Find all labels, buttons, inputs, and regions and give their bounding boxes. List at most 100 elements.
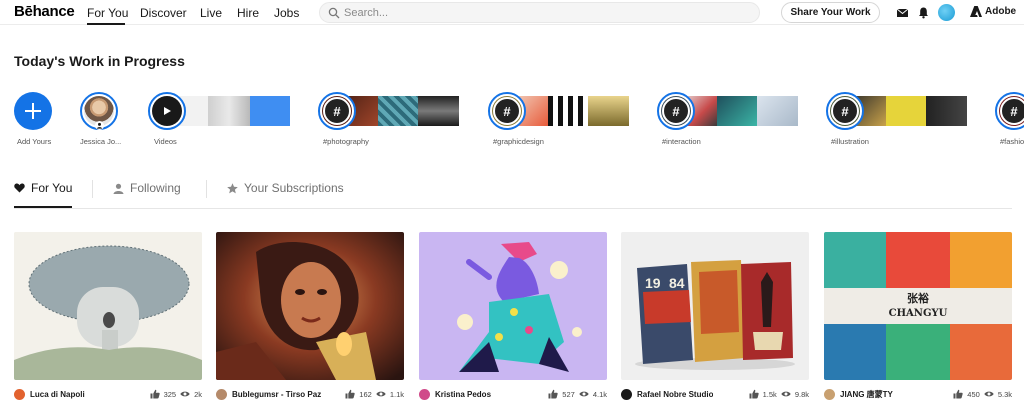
project-meta: Rafael Nobre Studio 1.5k 9.8k [621, 387, 809, 401]
book-cover-text: 84 [669, 275, 685, 291]
play-icon [164, 107, 171, 115]
share-your-work-button[interactable]: Share Your Work [781, 2, 880, 23]
adobe-link[interactable]: Adobe [970, 6, 1016, 17]
nav-jobs[interactable]: Jobs [274, 6, 299, 20]
owner-name[interactable]: Bublegumsr - Tirso Paz [232, 390, 321, 399]
tab-label: For You [31, 181, 73, 195]
top-navigation-bar: Bēhance For You Discover Live Hire Jobs … [0, 0, 1024, 25]
story-avatar[interactable]: # [995, 92, 1024, 130]
user-avatar[interactable] [938, 4, 955, 21]
tab-divider [206, 180, 207, 198]
owner-name[interactable]: Luca di Napoli [30, 390, 85, 399]
search-input[interactable] [344, 6, 744, 20]
story-avatar[interactable]: # [657, 92, 695, 130]
project-artwork [216, 232, 404, 380]
project-thumbnail[interactable]: 张裕 CHANGYU [824, 232, 1012, 380]
project-artwork [419, 232, 607, 380]
hashtag-badge: # [831, 97, 859, 125]
bell-icon[interactable] [917, 6, 930, 19]
eye-icon [180, 391, 190, 397]
project-thumbnail[interactable]: 19 84 [621, 232, 809, 380]
eye-icon [984, 391, 994, 397]
project-artwork: 19 84 [621, 232, 809, 380]
views-count: 2k [194, 389, 202, 399]
views-count: 1.1k [389, 389, 404, 399]
project-meta: Bublegumsr - Tirso Paz 162 1.1k [216, 387, 404, 401]
eye-icon [579, 391, 589, 397]
brand-english-text: CHANGYU [889, 308, 948, 319]
owner-avatar[interactable] [419, 388, 430, 400]
project-stats: 450 5.3k [953, 389, 1012, 399]
story-label: #fashio [1000, 137, 1024, 146]
user-badge-icon [95, 121, 104, 130]
story-avatar[interactable] [148, 92, 186, 130]
nav-for-you[interactable]: For You [87, 6, 128, 20]
story-preview-strip [168, 96, 290, 126]
likes-count: 450 [967, 389, 980, 399]
project-meta: Kristina Pedos 527 4.1k [419, 387, 607, 401]
thumbs-up-icon [345, 389, 355, 399]
project-stats: 527 4.1k [548, 389, 607, 399]
owner-name[interactable]: JIANG 唐蒙TY [840, 389, 893, 400]
views-count: 4.1k [592, 389, 607, 399]
nav-active-indicator [87, 23, 125, 25]
story-avatar[interactable]: # [488, 92, 526, 130]
likes-count: 325 [163, 389, 177, 399]
mail-icon[interactable] [896, 6, 909, 19]
project-thumbnail[interactable] [14, 232, 202, 380]
story-avatar[interactable]: # [826, 92, 864, 130]
plus-icon [25, 103, 41, 119]
eye-icon [781, 391, 791, 397]
tab-divider [92, 180, 93, 198]
hashtag-badge: # [323, 97, 351, 125]
nav-live[interactable]: Live [200, 6, 222, 20]
adobe-icon [970, 6, 982, 17]
project-thumbnail[interactable] [419, 232, 607, 380]
owner-avatar[interactable] [216, 388, 227, 400]
nav-hire[interactable]: Hire [237, 6, 259, 20]
add-story-button[interactable] [14, 92, 52, 130]
project-stats: 162 1.1k [345, 389, 404, 399]
likes-count: 1.5k [762, 389, 777, 399]
project-thumbnail[interactable] [216, 232, 404, 380]
tab-active-indicator [14, 206, 72, 208]
project-meta: JIANG 唐蒙TY 450 5.3k [824, 387, 1012, 401]
story-preview-strip [677, 96, 798, 126]
tab-for-you[interactable]: For You [14, 181, 72, 195]
owner-name[interactable]: Kristina Pedos [435, 390, 491, 399]
star-icon [227, 182, 238, 193]
hashtag-badge: # [662, 97, 690, 125]
project-stats: 325 2k [150, 389, 202, 399]
story-preview-strip [338, 96, 459, 126]
user-icon [113, 183, 124, 194]
book-cover-text: 19 [645, 275, 661, 291]
hashtag-badge: # [1000, 97, 1024, 125]
project-artwork: 张裕 CHANGYU [824, 232, 1012, 380]
story-label: #graphicdesign [493, 137, 544, 146]
brand-chinese-text: 张裕 [907, 291, 929, 305]
tab-your-subscriptions[interactable]: Your Subscriptions [227, 181, 344, 195]
tab-label: Your Subscriptions [244, 181, 344, 195]
section-title: Today's Work in Progress [14, 53, 185, 69]
likes-count: 527 [562, 389, 575, 399]
owner-name[interactable]: Rafael Nobre Studio [637, 390, 713, 399]
likes-count: 162 [359, 389, 372, 399]
views-count: 5.3k [997, 389, 1012, 399]
owner-avatar[interactable] [621, 388, 632, 400]
search-bar[interactable] [319, 2, 760, 23]
tab-label: Following [130, 181, 181, 195]
hashtag-badge: # [493, 97, 521, 125]
story-label: #interaction [662, 137, 701, 146]
feed-tabs: For You Following Your Subscriptions [14, 178, 1012, 209]
eye-icon [376, 391, 386, 397]
behance-logo[interactable]: Bēhance [14, 3, 75, 20]
search-icon [328, 7, 340, 19]
project-artwork [14, 232, 202, 380]
views-count: 9.8k [794, 389, 809, 399]
nav-discover[interactable]: Discover [140, 6, 187, 20]
tab-following[interactable]: Following [113, 181, 181, 195]
owner-avatar[interactable] [824, 388, 835, 400]
story-avatar[interactable]: # [318, 92, 356, 130]
owner-avatar[interactable] [14, 388, 25, 400]
project-stats: 1.5k 9.8k [749, 389, 809, 399]
